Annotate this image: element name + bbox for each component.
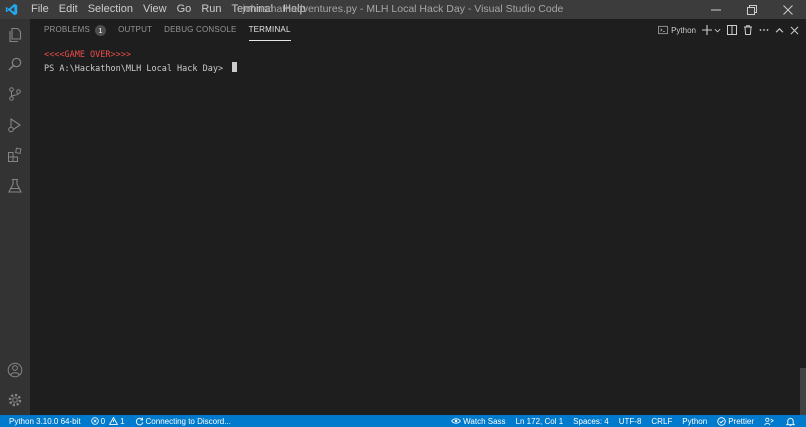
menu-edit[interactable]: Edit bbox=[54, 0, 83, 19]
python-interpreter[interactable]: Python 3.10.0 64-bit bbox=[0, 415, 86, 427]
extensions-icon[interactable] bbox=[0, 141, 30, 169]
panel-tabs: PROBLEMS 1 OUTPUT DEBUG CONSOLE TERMINAL bbox=[38, 19, 297, 41]
warning-icon bbox=[109, 417, 119, 425]
discord-status[interactable]: Connecting to Discord... bbox=[130, 415, 236, 427]
plus-icon bbox=[702, 25, 712, 35]
tab-debug-console-label: DEBUG CONSOLE bbox=[164, 25, 237, 34]
problems-status[interactable]: 0 1 bbox=[86, 415, 130, 427]
error-count: 0 bbox=[100, 416, 106, 426]
menu-view[interactable]: View bbox=[138, 0, 172, 19]
check-double-icon bbox=[717, 416, 726, 426]
person-feedback-icon bbox=[764, 417, 774, 425]
more-actions-button[interactable] bbox=[756, 19, 772, 41]
search-icon[interactable] bbox=[0, 50, 30, 78]
close-icon bbox=[783, 4, 793, 15]
minimize-button[interactable] bbox=[698, 0, 734, 19]
cursor-position[interactable]: Ln 172, Col 1 bbox=[511, 415, 569, 427]
game-over-line: <<<<GAME OVER>>>> bbox=[44, 50, 131, 60]
notifications-button[interactable] bbox=[781, 415, 802, 427]
ellipsis-icon bbox=[759, 29, 769, 31]
terminal-shell-label: Python bbox=[671, 25, 696, 35]
watch-sass[interactable]: Watch Sass bbox=[446, 415, 510, 427]
eye-icon bbox=[451, 418, 461, 424]
minimize-icon bbox=[711, 9, 721, 10]
menu-run[interactable]: Run bbox=[196, 0, 226, 19]
prettier-status[interactable]: Prettier bbox=[712, 415, 759, 427]
watch-sass-label: Watch Sass bbox=[463, 416, 506, 426]
new-terminal-button[interactable] bbox=[699, 19, 724, 41]
encoding[interactable]: UTF-8 bbox=[614, 415, 647, 427]
terminal-output[interactable]: <<<<GAME OVER>>>> PS A:\Hackathon\MLH Lo… bbox=[44, 49, 238, 76]
maximize-panel-button[interactable] bbox=[772, 19, 787, 41]
cursor-position-label: Ln 172, Col 1 bbox=[515, 416, 564, 426]
indentation-label: Spaces: 4 bbox=[573, 416, 609, 426]
tab-problems-label: PROBLEMS bbox=[44, 25, 91, 34]
activity-bar bbox=[0, 19, 30, 415]
split-icon bbox=[727, 25, 737, 35]
chevron-up-icon bbox=[775, 27, 784, 33]
restore-button[interactable] bbox=[734, 0, 770, 19]
problems-count-badge: 1 bbox=[95, 24, 107, 36]
explorer-icon[interactable] bbox=[0, 21, 30, 49]
menu-bar: File Edit Selection View Go Run Terminal… bbox=[26, 0, 311, 19]
window-controls bbox=[698, 0, 806, 19]
end-of-line-label: CRLF bbox=[651, 416, 673, 426]
tab-output[interactable]: OUTPUT bbox=[112, 19, 158, 41]
chevron-down-icon bbox=[714, 28, 721, 32]
menu-go[interactable]: Go bbox=[172, 0, 197, 19]
close-panel-button[interactable] bbox=[787, 19, 802, 41]
terminal-cursor bbox=[232, 62, 238, 72]
menu-terminal[interactable]: Terminal bbox=[227, 0, 279, 19]
encoding-label: UTF-8 bbox=[618, 416, 642, 426]
tab-debug-console[interactable]: DEBUG CONSOLE bbox=[158, 19, 242, 41]
python-interpreter-label: Python 3.10.0 64-bit bbox=[9, 416, 81, 426]
language-mode[interactable]: Python bbox=[677, 415, 712, 427]
prettier-label: Prettier bbox=[728, 416, 754, 426]
close-window-button[interactable] bbox=[770, 0, 806, 19]
tab-problems[interactable]: PROBLEMS 1 bbox=[38, 19, 112, 41]
menu-selection[interactable]: Selection bbox=[83, 0, 138, 19]
run-debug-icon[interactable] bbox=[0, 111, 30, 139]
tab-terminal[interactable]: TERMINAL bbox=[243, 19, 297, 41]
account-icon[interactable] bbox=[0, 356, 30, 384]
kill-terminal-button[interactable] bbox=[740, 19, 756, 41]
terminal-scrollbar[interactable] bbox=[800, 368, 806, 415]
error-icon bbox=[90, 417, 99, 425]
language-mode-label: Python bbox=[682, 416, 708, 426]
close-icon bbox=[790, 26, 799, 34]
terminal-icon bbox=[658, 25, 668, 35]
indentation[interactable]: Spaces: 4 bbox=[568, 415, 614, 427]
discord-status-label: Connecting to Discord... bbox=[145, 416, 231, 426]
prompt-line: PS A:\Hackathon\MLH Local Hack Day> bbox=[44, 62, 238, 76]
sync-icon bbox=[135, 417, 143, 425]
testing-icon[interactable] bbox=[0, 172, 30, 200]
status-bar: Python 3.10.0 64-bit 0 1 Connecting to D… bbox=[0, 415, 806, 427]
vscode-logo-icon[interactable] bbox=[0, 0, 22, 19]
terminal-shell-selector[interactable]: Python bbox=[655, 19, 699, 41]
tab-terminal-label: TERMINAL bbox=[248, 25, 291, 34]
end-of-line[interactable]: CRLF bbox=[646, 415, 677, 427]
menu-file[interactable]: File bbox=[26, 0, 54, 19]
bell-icon bbox=[786, 417, 795, 426]
prompt-text: PS A:\Hackathon\MLH Local Hack Day> bbox=[44, 64, 229, 74]
restore-icon bbox=[747, 4, 757, 15]
live-share-button[interactable] bbox=[759, 415, 781, 427]
source-control-icon[interactable] bbox=[0, 80, 30, 108]
panel-actions: Python bbox=[655, 19, 802, 41]
menu-help[interactable]: Help bbox=[278, 0, 311, 19]
warning-count: 1 bbox=[120, 416, 125, 426]
trash-icon bbox=[744, 25, 752, 35]
terminal-panel: PROBLEMS 1 OUTPUT DEBUG CONSOLE TERMINAL… bbox=[30, 19, 806, 415]
split-terminal-button[interactable] bbox=[724, 19, 740, 41]
tab-output-label: OUTPUT bbox=[118, 25, 153, 34]
manage-gear-icon[interactable] bbox=[0, 386, 30, 414]
title-bar: File Edit Selection View Go Run Terminal… bbox=[0, 0, 806, 19]
